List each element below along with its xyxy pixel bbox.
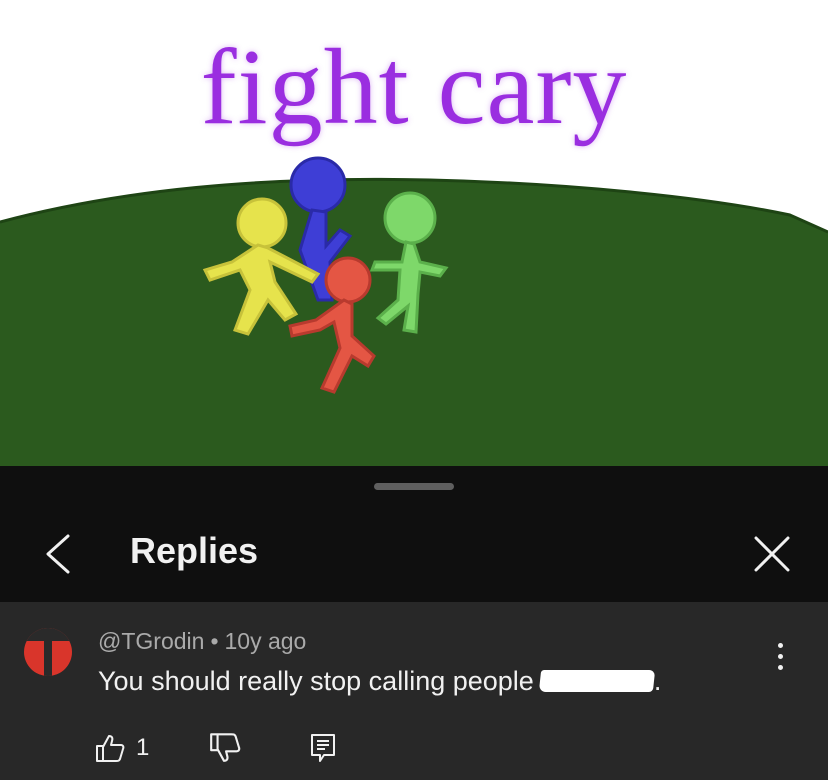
comment-time: 10y ago <box>224 628 307 654</box>
reply-button[interactable] <box>308 732 342 766</box>
close-icon <box>754 536 790 572</box>
comment-item: @TGrodin • 10y ago You should really stop … <box>0 602 828 780</box>
comment-text-before: You should really stop calling people <box>98 666 534 696</box>
thumb-down-icon <box>210 733 241 762</box>
meta-separator: • <box>210 628 219 654</box>
thumb-up-icon <box>96 735 125 762</box>
redaction-mark <box>538 670 655 692</box>
sheet-header: Replies <box>0 514 828 602</box>
comment-text: You should really stop calling people. <box>98 666 661 697</box>
replies-sheet: Replies @TGrodin • 10y ago You should real… <box>0 466 828 780</box>
comment-actions: 1 <box>0 726 828 770</box>
chevron-left-icon <box>46 534 70 574</box>
comment-meta: @TGrodin • 10y ago <box>98 628 306 655</box>
like-button[interactable]: 1 <box>94 730 149 766</box>
avatar-image <box>24 628 72 676</box>
comment-author[interactable]: @TGrodin <box>98 628 204 654</box>
more-vert-icon <box>777 642 783 648</box>
sheet-title: Replies <box>130 530 259 571</box>
video-title: fight cary <box>200 28 628 147</box>
like-count: 1 <box>136 734 150 761</box>
more-options-button[interactable] <box>760 632 800 680</box>
drag-handle[interactable] <box>374 483 454 490</box>
comment-text-after: . <box>653 666 662 696</box>
back-button[interactable] <box>30 526 86 582</box>
reply-icon <box>311 734 335 762</box>
close-button[interactable] <box>744 526 800 582</box>
video-frame[interactable]: fight cary <box>0 0 828 466</box>
avatar[interactable] <box>24 628 72 676</box>
dislike-button[interactable] <box>208 730 244 766</box>
